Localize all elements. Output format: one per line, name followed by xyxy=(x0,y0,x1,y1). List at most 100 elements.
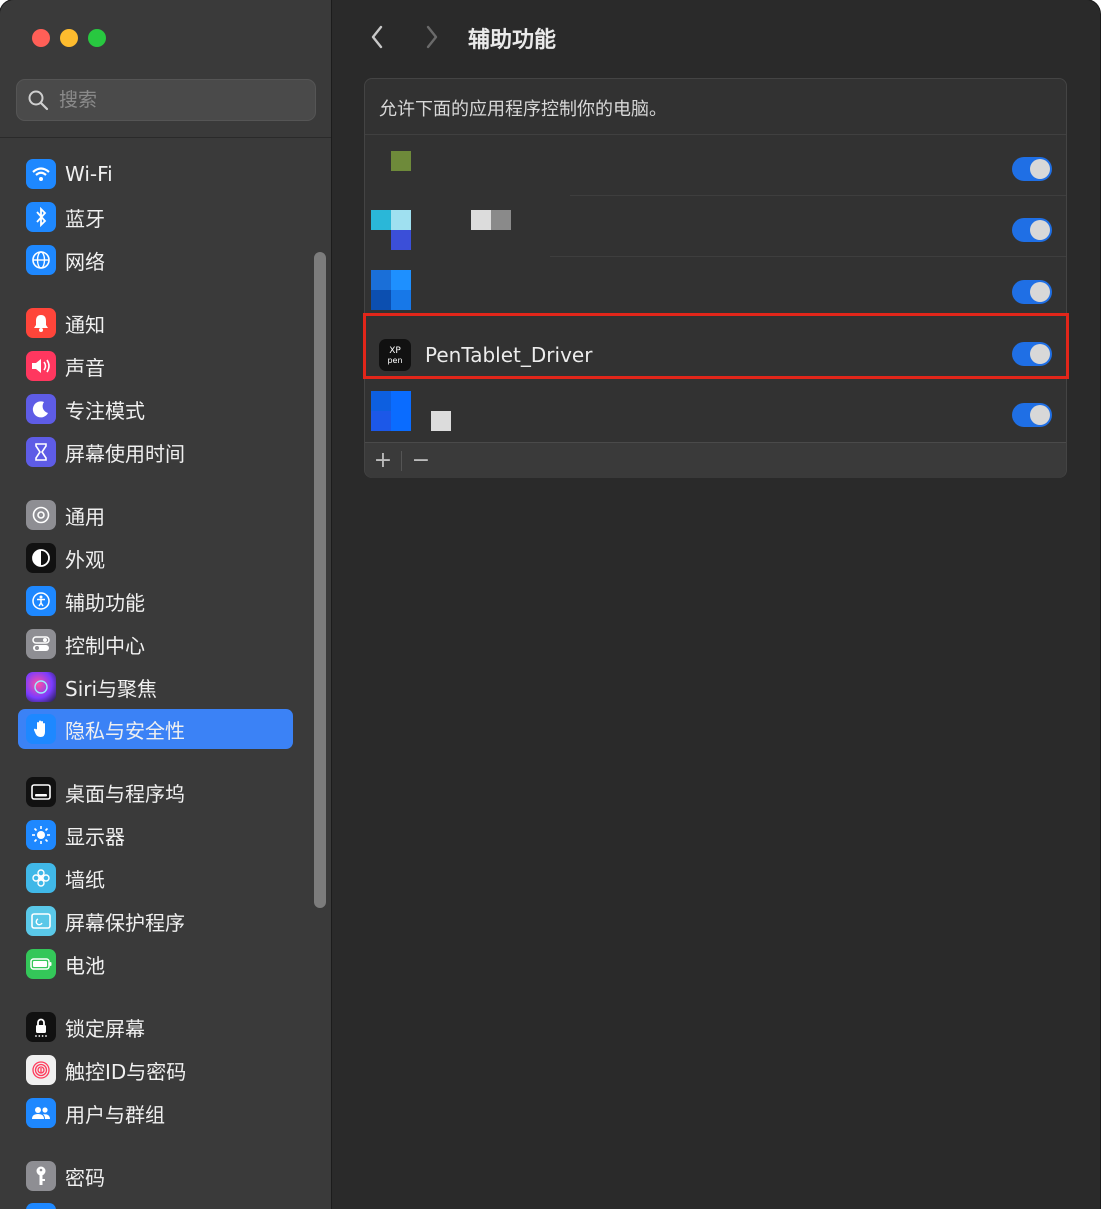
zoom-window-button[interactable] xyxy=(88,29,106,47)
app-toggle[interactable] xyxy=(1012,157,1052,181)
window-controls xyxy=(32,29,106,47)
app-toggle[interactable] xyxy=(1012,218,1052,242)
sidebar-item-label: 声音 xyxy=(65,355,105,380)
app-row xyxy=(365,196,1066,257)
sidebar-item-label: 通知 xyxy=(65,312,105,337)
fingerprint-icon xyxy=(26,1055,56,1085)
sidebar-item-lock-screen[interactable]: 锁定屏幕 xyxy=(18,1007,293,1047)
app-row xyxy=(365,135,1066,196)
sidebar-item-label: Wi-Fi xyxy=(65,162,113,186)
remove-app-button[interactable]: − xyxy=(406,447,436,473)
sidebar-item-screen-time[interactable]: 屏幕使用时间 xyxy=(18,432,293,472)
sidebar-item-users-groups[interactable]: 用户与群组 xyxy=(18,1093,293,1133)
divider xyxy=(401,451,402,471)
app-icon xyxy=(391,151,411,171)
app-name-obscured xyxy=(431,411,451,431)
sidebar-item-label: 隐私与安全性 xyxy=(65,718,185,743)
sidebar-item-next[interactable] xyxy=(18,1198,293,1209)
sidebar-item-battery[interactable]: 电池 xyxy=(18,944,293,984)
sidebar-item-passwords[interactable]: 密码 xyxy=(18,1156,293,1196)
app-icon xyxy=(371,391,391,411)
wifi-icon xyxy=(26,159,56,189)
sidebar-item-label: 密码 xyxy=(65,1165,105,1190)
key-icon xyxy=(26,1161,56,1191)
sidebar-item-notifications[interactable]: 通知 xyxy=(18,303,293,343)
highlight-box xyxy=(363,313,1069,379)
app-name-obscured xyxy=(471,210,491,230)
search-field[interactable] xyxy=(16,79,316,121)
accessibility-apps-panel: 允许下面的应用程序控制你的电脑。 XP pen PenTablet_Driver… xyxy=(364,78,1067,478)
sidebar-item-label: 屏幕保护程序 xyxy=(65,910,185,935)
sidebar-item-privacy-security[interactable]: 隐私与安全性 xyxy=(18,709,293,749)
settings-window: Wi-Fi 蓝牙 网络 通知 xyxy=(0,0,1100,1209)
sidebar-item-wifi[interactable]: Wi-Fi xyxy=(18,154,293,194)
app-icon xyxy=(371,210,391,230)
sidebar-divider xyxy=(0,137,331,138)
gear-icon xyxy=(26,500,56,530)
add-app-button[interactable]: + xyxy=(368,447,398,473)
sidebar-item-general[interactable]: 通用 xyxy=(18,495,293,535)
dock-icon xyxy=(26,777,56,807)
app-toggle[interactable] xyxy=(1012,280,1052,304)
sidebar-item-label: 屏幕使用时间 xyxy=(65,441,185,466)
search-icon xyxy=(28,90,49,111)
sidebar-item-network[interactable]: 网络 xyxy=(18,240,293,280)
hourglass-icon xyxy=(26,437,56,467)
sidebar-item-label: 外观 xyxy=(65,547,105,572)
sidebar-item-label: 辅助功能 xyxy=(65,590,145,615)
panel-description: 允许下面的应用程序控制你的电脑。 xyxy=(379,99,667,120)
sidebar-item-screensaver[interactable]: 屏幕保护程序 xyxy=(18,901,293,941)
sidebar-item-label: 锁定屏幕 xyxy=(65,1016,145,1041)
sidebar-item-label: 用户与群组 xyxy=(65,1102,165,1127)
siri-icon xyxy=(26,672,56,702)
sidebar-item-appearance[interactable]: 外观 xyxy=(18,538,293,578)
sidebar: Wi-Fi 蓝牙 网络 通知 xyxy=(0,0,332,1209)
bluetooth-icon xyxy=(26,202,56,232)
sidebar-item-label: 蓝牙 xyxy=(65,206,105,231)
sidebar-scrollbar[interactable] xyxy=(314,252,326,908)
close-window-button[interactable] xyxy=(32,29,50,47)
sidebar-item-focus[interactable]: 专注模式 xyxy=(18,389,293,429)
users-icon xyxy=(26,1098,56,1128)
partial-icon xyxy=(26,1203,56,1209)
accessibility-icon xyxy=(26,586,56,616)
search-input[interactable] xyxy=(57,88,281,112)
control-center-icon xyxy=(26,629,56,659)
sidebar-item-siri[interactable]: Siri与聚焦 xyxy=(18,667,293,707)
sidebar-item-control-center[interactable]: 控制中心 xyxy=(18,624,293,664)
moon-icon xyxy=(26,394,56,424)
speaker-icon xyxy=(26,351,56,381)
sidebar-item-label: 触控ID与密码 xyxy=(65,1059,187,1084)
bell-icon xyxy=(26,308,56,338)
app-row xyxy=(365,257,1066,318)
globe-icon xyxy=(26,245,56,275)
chevron-left-icon xyxy=(371,25,383,49)
sidebar-item-displays[interactable]: 显示器 xyxy=(18,815,293,855)
sidebar-item-label: 墙纸 xyxy=(65,867,105,892)
forward-button[interactable] xyxy=(417,22,447,52)
flower-icon xyxy=(26,863,56,893)
sun-icon xyxy=(26,820,56,850)
sidebar-item-sound[interactable]: 声音 xyxy=(18,346,293,386)
sidebar-item-accessibility[interactable]: 辅助功能 xyxy=(18,581,293,621)
sidebar-item-label: 网络 xyxy=(65,249,105,274)
battery-icon xyxy=(26,949,56,979)
appearance-icon xyxy=(26,543,56,573)
sidebar-item-desktop-dock[interactable]: 桌面与程序坞 xyxy=(18,772,293,812)
hand-icon xyxy=(26,714,56,744)
sidebar-item-label: 显示器 xyxy=(65,824,125,849)
lock-icon xyxy=(26,1012,56,1042)
sidebar-item-label: 控制中心 xyxy=(65,633,145,658)
app-toggle[interactable] xyxy=(1012,403,1052,427)
sidebar-item-label: 桌面与程序坞 xyxy=(65,781,185,806)
back-button[interactable] xyxy=(362,22,392,52)
minimize-window-button[interactable] xyxy=(60,29,78,47)
sidebar-item-label: 通用 xyxy=(65,504,105,529)
sidebar-item-wallpaper[interactable]: 墙纸 xyxy=(18,858,293,898)
sidebar-item-bluetooth[interactable]: 蓝牙 xyxy=(18,197,293,237)
sidebar-item-touch-id[interactable]: 触控ID与密码 xyxy=(18,1050,293,1090)
chevron-right-icon xyxy=(426,25,438,49)
app-row xyxy=(365,381,1066,442)
page-title: 辅助功能 xyxy=(468,28,557,53)
app-icon xyxy=(371,270,391,290)
